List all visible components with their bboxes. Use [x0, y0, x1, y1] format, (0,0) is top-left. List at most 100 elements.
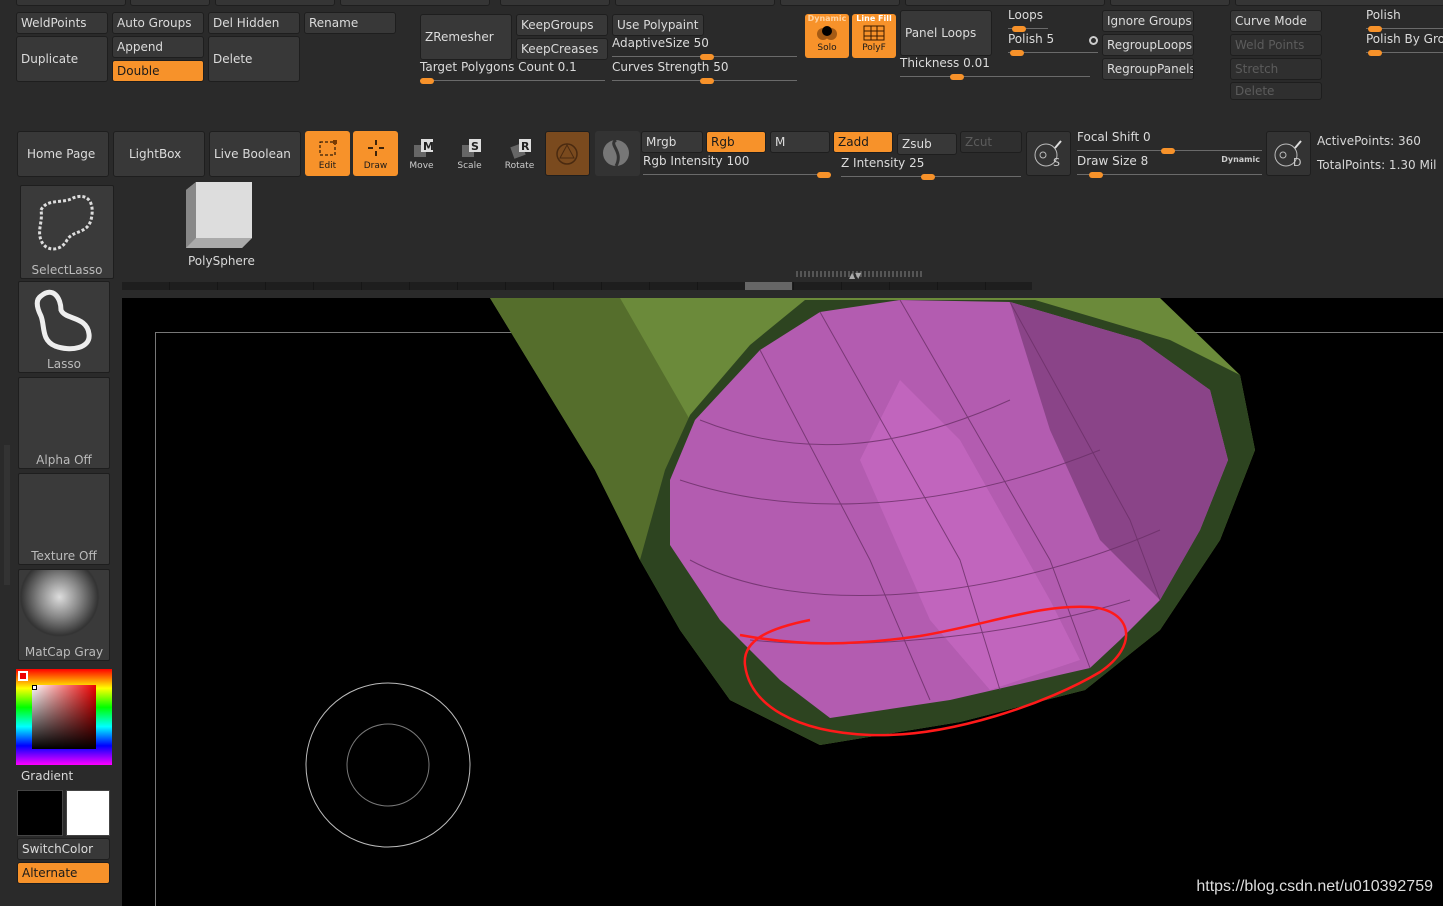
rgb-button[interactable]: Rgb: [706, 131, 766, 153]
duplicate-button[interactable]: Duplicate: [16, 36, 108, 82]
rotate-icon: R: [510, 139, 531, 159]
matcap-selector[interactable]: MatCap Gray: [18, 569, 110, 661]
dynamic-toggle[interactable]: Dynamic: [1221, 155, 1260, 164]
polyf-button[interactable]: Line Fill PolyF: [852, 14, 896, 58]
edit-label: Edit: [318, 161, 337, 171]
regroup-panels-button[interactable]: RegroupPanels: [1102, 58, 1194, 80]
draw-size-curve-button[interactable]: D: [1266, 131, 1311, 176]
keep-creases-button[interactable]: KeepCreases: [516, 38, 608, 60]
secondary-color-swatch[interactable]: [17, 790, 63, 836]
rgb-intensity-slider[interactable]: Rgb Intensity 100: [643, 154, 831, 178]
use-polypaint-button[interactable]: Use Polypaint: [612, 14, 704, 36]
lasso-stroke[interactable]: Lasso: [18, 281, 110, 373]
focal-icon-letter: S: [1053, 156, 1060, 169]
line-fill-label: Line Fill: [856, 14, 892, 23]
svg-text:M: M: [423, 140, 434, 153]
texture-selector[interactable]: Texture Off: [18, 473, 110, 565]
edit-icon: [319, 140, 337, 156]
slider-value: 50: [693, 36, 709, 50]
top-tab[interactable]: [500, 0, 610, 6]
rotate-button[interactable]: R Rotate: [497, 131, 542, 176]
matcap-label: MatCap Gray: [24, 645, 104, 659]
top-tab[interactable]: [905, 0, 1105, 6]
live-boolean-button[interactable]: Live Boolean: [209, 131, 301, 177]
top-tab[interactable]: [130, 0, 210, 6]
alternate-button[interactable]: Alternate: [17, 862, 110, 884]
canvas-viewport[interactable]: https://blog.csdn.net/u010392759: [122, 298, 1443, 906]
draw-button[interactable]: Draw: [353, 131, 398, 176]
select-lasso-brush[interactable]: SelectLasso: [20, 185, 114, 279]
top-tab[interactable]: [780, 0, 900, 6]
keep-groups-button[interactable]: KeepGroups: [516, 14, 608, 36]
timeline-marker[interactable]: [745, 282, 792, 290]
zcut-button[interactable]: Zcut: [960, 131, 1022, 153]
draw-icon-letter: D: [1293, 156, 1302, 169]
target-polygons-slider[interactable]: Target Polygons Count 0.1: [420, 60, 605, 84]
lightbox-button[interactable]: LightBox: [113, 131, 205, 177]
polish-slider[interactable]: Polish 5: [1008, 32, 1098, 56]
thickness-slider[interactable]: Thickness 0.01: [900, 56, 1090, 80]
color-saturation-square[interactable]: [32, 685, 96, 749]
top-tab[interactable]: [1235, 0, 1443, 6]
left-tray-handle[interactable]: [4, 445, 10, 585]
curves-strength-slider[interactable]: Curves Strength 50: [612, 60, 797, 84]
focal-shift-curve-button[interactable]: S: [1026, 131, 1071, 176]
loops-slider[interactable]: Loops: [1008, 8, 1048, 32]
polysphere-tool[interactable]: [182, 180, 257, 255]
zremesher-button[interactable]: ZRemesher: [420, 14, 512, 60]
alpha-label: Alpha Off: [36, 453, 92, 467]
rotate-label: Rotate: [504, 161, 535, 171]
del-hidden-button[interactable]: Del Hidden: [208, 12, 300, 34]
weldpoints-button[interactable]: WeldPoints: [16, 12, 108, 34]
hue-marker[interactable]: [18, 671, 28, 681]
timeline-track[interactable]: [122, 282, 1032, 290]
alpha-selector[interactable]: Alpha Off: [18, 377, 110, 469]
curve-mode-button[interactable]: Curve Mode: [1230, 10, 1322, 32]
m-button[interactable]: M: [770, 131, 830, 153]
home-page-button[interactable]: Home Page: [17, 131, 109, 177]
focal-shift-slider[interactable]: Focal Shift 0: [1077, 130, 1262, 154]
mrgb-button[interactable]: Mrgb: [641, 131, 703, 153]
ignore-groups-button[interactable]: Ignore Groups: [1102, 10, 1194, 32]
top-tab[interactable]: [615, 0, 775, 6]
polish-by-groups-slider[interactable]: Polish By Gro: [1366, 32, 1443, 56]
collapse-arrow-icon[interactable]: ▲▼: [849, 271, 861, 280]
scale-button[interactable]: S Scale: [447, 131, 492, 176]
top-tab[interactable]: [16, 0, 126, 6]
top-tab[interactable]: [340, 0, 490, 6]
move-button[interactable]: M Move: [399, 131, 444, 176]
top-tab[interactable]: [1110, 0, 1230, 6]
main-color-swatch[interactable]: [66, 790, 110, 836]
auto-groups-button[interactable]: Auto Groups: [112, 12, 204, 34]
weld-points-button[interactable]: Weld Points: [1230, 34, 1322, 56]
texture-sphere-button[interactable]: [595, 131, 640, 176]
polish-global-slider[interactable]: Polish: [1366, 8, 1443, 32]
stretch-button[interactable]: Stretch: [1230, 58, 1322, 80]
slider-label: Focal Shift: [1077, 130, 1140, 144]
curve-delete-button[interactable]: Delete: [1230, 82, 1322, 100]
slider-label: Target Polygons Count: [420, 60, 554, 74]
material-sphere-icon: [556, 143, 578, 165]
polish-toggle-icon[interactable]: [1089, 36, 1098, 45]
brush-outer-circle: [305, 682, 471, 848]
zadd-button[interactable]: Zadd: [833, 131, 893, 153]
color-picker[interactable]: [16, 669, 112, 765]
slider-label: Draw Size: [1077, 154, 1137, 168]
rename-button[interactable]: Rename: [304, 12, 396, 34]
z-intensity-slider[interactable]: Z Intensity 25: [841, 156, 1021, 180]
edit-button[interactable]: Edit: [305, 131, 350, 176]
adaptive-size-slider[interactable]: AdaptiveSize 50: [612, 36, 797, 60]
regroup-loops-button[interactable]: RegroupLoops: [1102, 34, 1194, 56]
panel-loops-button[interactable]: Panel Loops: [900, 10, 992, 56]
cube-icon: [186, 182, 252, 248]
solo-button[interactable]: Dynamic Solo: [805, 14, 849, 58]
delete-button[interactable]: Delete: [208, 36, 300, 82]
switch-color-button[interactable]: SwitchColor: [17, 838, 110, 860]
color-marker[interactable]: [32, 685, 37, 690]
zsub-button[interactable]: Zsub: [897, 133, 957, 155]
top-tab[interactable]: [215, 0, 335, 6]
draw-size-slider[interactable]: Draw Size 8 Dynamic: [1077, 154, 1262, 178]
double-button[interactable]: Double: [112, 60, 204, 82]
append-button[interactable]: Append: [112, 36, 204, 58]
material-button[interactable]: [545, 131, 590, 176]
